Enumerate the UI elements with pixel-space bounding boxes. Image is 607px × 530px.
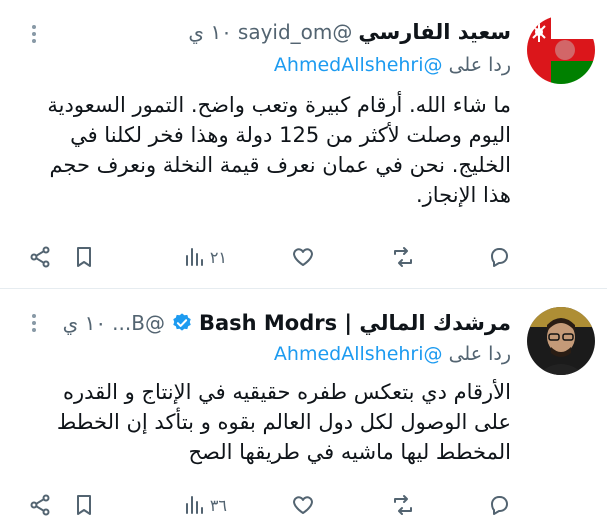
views-count: ٢١ (209, 247, 227, 267)
tweet-actions: ٣٦ (28, 489, 511, 521)
heart-icon (293, 496, 313, 514)
share-icon (30, 494, 50, 516)
reply-icon (491, 496, 508, 515)
views-button[interactable]: ٢١ (182, 241, 227, 273)
repost-button[interactable] (391, 489, 415, 521)
oman-emblem-icon (527, 16, 595, 84)
bookmark-button[interactable] (72, 241, 96, 273)
repost-button[interactable] (391, 241, 415, 273)
author-handle[interactable]: @sayid_om (238, 20, 352, 44)
tweet-card[interactable]: سعيد الفارسي @sayid_om ١٠ ي ردا على @Ahm… (0, 0, 607, 289)
views-count: ٣٦ (209, 495, 227, 515)
tweet-actions: ٢١ (28, 241, 511, 273)
like-button[interactable] (291, 489, 315, 521)
tweet-text: ما شاء الله. أرقام كبيرة وتعب واضح. التم… (47, 93, 511, 207)
tweet-time[interactable]: ١٠ ي (63, 311, 107, 335)
reply-context: ردا على @AhmedAllshehri (18, 343, 511, 373)
more-options-icon[interactable] (24, 311, 44, 335)
share-icon (30, 246, 50, 268)
heart-icon (293, 248, 313, 266)
reply-context: ردا على @AhmedAllshehri (18, 54, 511, 84)
reply-mention-link[interactable]: @AhmedAllshehri (274, 343, 443, 365)
reply-prefix: ردا على (448, 54, 511, 76)
avatar[interactable] (527, 16, 595, 84)
author-handle[interactable]: @B... (112, 311, 165, 335)
bookmark-icon (77, 495, 91, 515)
share-button[interactable] (28, 489, 52, 521)
avatar[interactable] (527, 307, 595, 375)
person-photo-avatar (527, 307, 595, 375)
bookmark-icon (77, 247, 91, 267)
reply-button[interactable] (487, 489, 511, 521)
views-button[interactable]: ٣٦ (182, 489, 227, 521)
more-options-icon[interactable] (24, 22, 44, 46)
share-button[interactable] (28, 241, 52, 273)
author-name[interactable]: سعيد الفارسي (358, 20, 511, 44)
tweet-card[interactable]: مرشدك المالي | Bash Modrs @B... ١٠ ي ردا… (0, 289, 607, 530)
bookmark-button[interactable] (72, 489, 96, 521)
tweet-time[interactable]: ١٠ ي (188, 20, 232, 44)
verified-badge-icon (173, 313, 191, 331)
reply-mention-link[interactable]: @AhmedAllshehri (274, 54, 443, 76)
repost-icon (394, 247, 412, 267)
views-bar-icon (185, 248, 203, 266)
author-name[interactable]: مرشدك المالي | Bash Modrs (199, 311, 511, 335)
reply-prefix: ردا على (448, 343, 511, 365)
repost-icon (394, 495, 412, 515)
reply-icon (491, 248, 508, 267)
reply-button[interactable] (487, 241, 511, 273)
like-button[interactable] (291, 241, 315, 273)
views-bar-icon (185, 496, 203, 514)
tweet-text: الأرقام دي بتعكس طفره حقيقيه في الإنتاج … (56, 380, 511, 464)
